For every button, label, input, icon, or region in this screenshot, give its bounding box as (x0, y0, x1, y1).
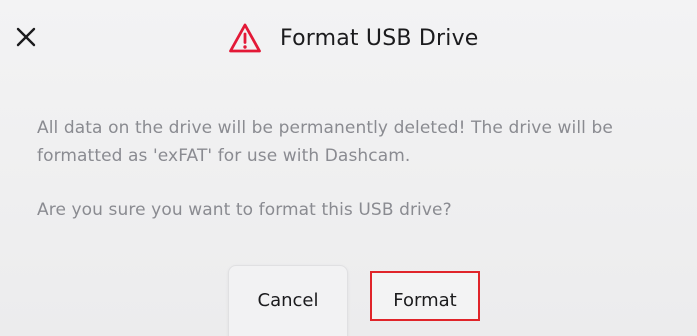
close-button[interactable] (14, 25, 40, 51)
dialog-title: Format USB Drive (280, 25, 479, 51)
cancel-button[interactable]: Cancel (228, 265, 348, 336)
close-icon (16, 27, 36, 47)
warning-triangle-icon (229, 23, 261, 53)
warning-message: All data on the drive will be permanentl… (37, 118, 613, 166)
confirm-question: Are you sure you want to format this USB… (37, 200, 452, 220)
format-usb-dialog: Format USB Drive All data on the drive w… (0, 0, 697, 336)
dialog-header: Format USB Drive (228, 20, 479, 56)
format-button-label: Format (393, 290, 457, 311)
dialog-body: All data on the drive will be permanentl… (37, 115, 687, 225)
cancel-button-label: Cancel (257, 290, 319, 311)
format-button[interactable]: Format (370, 271, 480, 321)
